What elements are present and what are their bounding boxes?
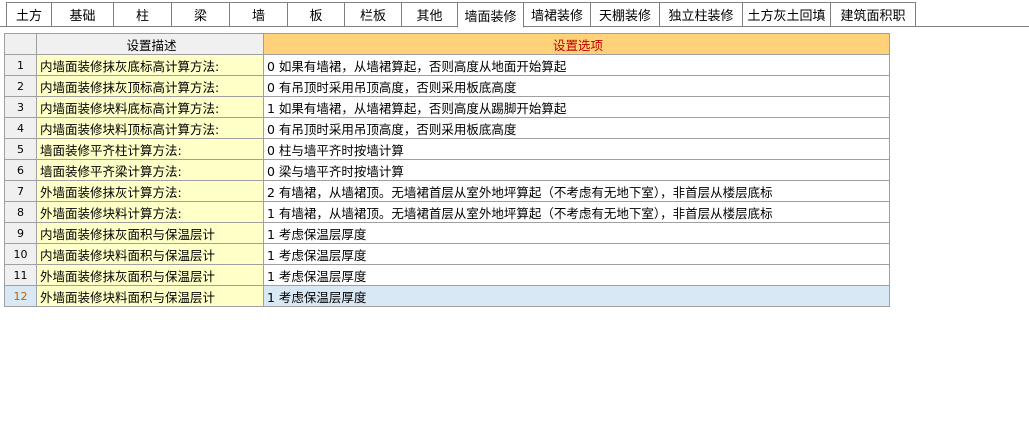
description-header: 设置描述 xyxy=(36,33,264,55)
table-row[interactable]: 10 内墙面装修块料面积与保温层计 1 考虑保温层厚度 xyxy=(4,243,890,265)
setting-option-cell[interactable]: 0 有吊顶时采用吊顶高度，否则采用板底高度 xyxy=(263,75,890,97)
setting-description: 内墙面装修抹灰顶标高计算方法: xyxy=(36,75,264,97)
table-row[interactable]: 6 墙面装修平齐梁计算方法: 0 梁与墙平齐时按墙计算 xyxy=(4,159,890,181)
settings-grid: 设置描述 设置选项 1 内墙面装修抹灰底标高计算方法: 0 如果有墙裙，从墙裙算起，… xyxy=(4,33,890,307)
tab-8[interactable]: 墙面装修 xyxy=(457,2,524,28)
row-number: 8 xyxy=(4,201,37,223)
tab-6[interactable]: 栏板 xyxy=(344,2,402,27)
tab-10[interactable]: 天棚装修 xyxy=(590,2,660,27)
table-row[interactable]: 2 内墙面装修抹灰顶标高计算方法: 0 有吊顶时采用吊顶高度，否则采用板底高度 xyxy=(4,75,890,97)
setting-description: 内墙面装修块料面积与保温层计 xyxy=(36,243,264,265)
setting-description: 内墙面装修块料底标高计算方法: xyxy=(36,96,264,118)
row-number: 4 xyxy=(4,117,37,139)
row-number: 9 xyxy=(4,222,37,244)
tab-3[interactable]: 梁 xyxy=(171,2,230,27)
table-row[interactable]: 12 外墙面装修块料面积与保温层计 1 考虑保温层厚度 xyxy=(4,285,890,307)
row-number: 5 xyxy=(4,138,37,160)
tabs-container: 土方 基础柱梁墙板栏板 其他 墙面装修 墙裙装修 天棚装修 独立柱装修 土方灰土回填 建筑面积职 xyxy=(6,2,916,28)
setting-option-cell[interactable]: 0 如果有墙裙，从墙裙算起，否则高度从地面开始算起 xyxy=(263,54,890,76)
row-number-header xyxy=(4,33,37,55)
tab-1[interactable]: 基础 xyxy=(51,2,114,27)
setting-description: 外墙面装修抹灰面积与保温层计 xyxy=(36,264,264,286)
tab-5[interactable]: 板 xyxy=(287,2,345,27)
setting-option-cell[interactable]: 1 如果有墙裙，从墙裙算起，否则高度从踢脚开始算起 xyxy=(263,96,890,118)
setting-option-cell[interactable]: 1 考虑保温层厚度 xyxy=(263,243,890,265)
tab-12[interactable]: 土方灰土回填 xyxy=(742,2,831,27)
table-row[interactable]: 7 外墙面装修抹灰计算方法: 2 有墙裙，从墙裙顶。无墙裙首层从室外地坪算起（不考虑… xyxy=(4,180,890,202)
setting-option-cell[interactable]: 0 柱与墙平齐时按墙计算 xyxy=(263,138,890,160)
row-number: 1 xyxy=(4,54,37,76)
row-number: 6 xyxy=(4,159,37,181)
tab-0[interactable]: 土方 xyxy=(6,2,52,27)
tab-11[interactable]: 独立柱装修 xyxy=(659,2,743,27)
setting-description: 外墙面装修块料计算方法: xyxy=(36,201,264,223)
tab-9[interactable]: 墙裙装修 xyxy=(523,2,591,27)
row-number: 2 xyxy=(4,75,37,97)
row-number: 7 xyxy=(4,180,37,202)
setting-description: 墙面装修平齐柱计算方法: xyxy=(36,138,264,160)
table-row[interactable]: 9 内墙面装修抹灰面积与保温层计 1 考虑保温层厚度 xyxy=(4,222,890,244)
setting-description: 墙面装修平齐梁计算方法: xyxy=(36,159,264,181)
setting-description: 内墙面装修抹灰底标高计算方法: xyxy=(36,54,264,76)
setting-description: 内墙面装修抹灰面积与保温层计 xyxy=(36,222,264,244)
option-header: 设置选项 xyxy=(263,33,890,55)
table-row[interactable]: 5 墙面装修平齐柱计算方法: 0 柱与墙平齐时按墙计算 xyxy=(4,138,890,160)
tab-2[interactable]: 柱 xyxy=(113,2,172,27)
setting-description: 外墙面装修抹灰计算方法: xyxy=(36,180,264,202)
table-row[interactable]: 4 内墙面装修块料顶标高计算方法: 0 有吊顶时采用吊顶高度，否则采用板底高度 xyxy=(4,117,890,139)
setting-description: 外墙面装修块料面积与保温层计 xyxy=(36,285,264,307)
tab-7[interactable]: 其他 xyxy=(401,2,458,27)
tab-strip: 土方 基础柱梁墙板栏板 其他 墙面装修 墙裙装修 天棚装修 独立柱装修 土方灰土回填 建筑面积职 xyxy=(0,0,1029,28)
row-number: 11 xyxy=(4,264,37,286)
table-row[interactable]: 11 外墙面装修抹灰面积与保温层计 1 考虑保温层厚度 xyxy=(4,264,890,286)
setting-description: 内墙面装修块料顶标高计算方法: xyxy=(36,117,264,139)
setting-option-cell[interactable]: 1 考虑保温层厚度 xyxy=(263,264,890,286)
setting-option-cell[interactable]: 2 有墙裙，从墙裙顶。无墙裙首层从室外地坪算起（不考虑有无地下室），非首层从楼层… xyxy=(263,180,890,202)
setting-option-cell[interactable]: 1 有墙裙，从墙裙顶。无墙裙首层从室外地坪算起（不考虑有无地下室），非首层从楼层… xyxy=(263,201,890,223)
tab-4[interactable]: 墙 xyxy=(229,2,288,27)
setting-option-cell[interactable]: 1 考虑保温层厚度 xyxy=(263,222,890,244)
row-number: 12 xyxy=(4,285,37,307)
setting-option-cell[interactable]: 0 梁与墙平齐时按墙计算 xyxy=(263,159,890,181)
table-row[interactable]: 3 内墙面装修块料底标高计算方法: 1 如果有墙裙，从墙裙算起，否则高度从踢脚开始算… xyxy=(4,96,890,118)
setting-option-cell[interactable]: 0 有吊顶时采用吊顶高度，否则采用板底高度 xyxy=(263,117,890,139)
table-row[interactable]: 1 内墙面装修抹灰底标高计算方法: 0 如果有墙裙，从墙裙算起，否则高度从地面开始算… xyxy=(4,54,890,76)
table-row[interactable]: 8 外墙面装修块料计算方法: 1 有墙裙，从墙裙顶。无墙裙首层从室外地坪算起（不考虑… xyxy=(4,201,890,223)
tab-13[interactable]: 建筑面积职 xyxy=(830,2,916,27)
row-number: 3 xyxy=(4,96,37,118)
setting-option-cell[interactable]: 1 考虑保温层厚度 xyxy=(263,285,890,307)
grid-header-row: 设置描述 设置选项 xyxy=(4,33,890,55)
row-number: 10 xyxy=(4,243,37,265)
